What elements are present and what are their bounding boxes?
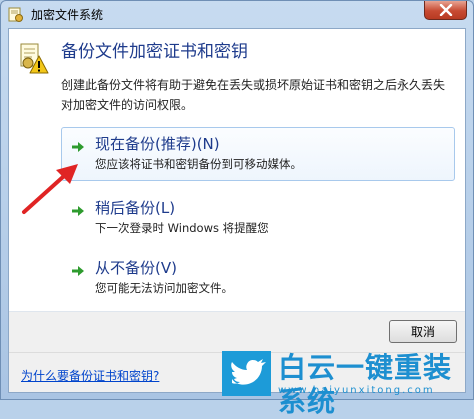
red-annotation-arrow — [22, 164, 78, 214]
cancel-button[interactable]: 取消 — [389, 320, 457, 343]
close-button[interactable] — [424, 1, 467, 20]
certificate-lock-icon — [8, 7, 24, 23]
option-title: 现在备份(推荐)(N) — [95, 135, 220, 153]
help-link[interactable]: 为什么要备份证书和密钥? — [21, 368, 159, 384]
option-backup-later[interactable]: 稍后备份(L) 下一次登录时 Windows 将提醒您 — [61, 191, 455, 245]
option-subtitle: 下一次登录时 Windows 将提醒您 — [95, 221, 269, 235]
close-x-icon — [439, 4, 453, 16]
option-subtitle: 您应该将证书和密钥备份到可移动媒体。 — [95, 157, 302, 171]
green-arrow-icon — [71, 263, 85, 277]
dialog-heading: 备份文件加密证书和密钥 — [61, 42, 248, 62]
option-backup-now[interactable]: 现在备份(推荐)(N) 您应该将证书和密钥备份到可移动媒体。 — [61, 127, 455, 181]
certificate-warning-icon — [19, 42, 49, 74]
title-bar[interactable]: 加密文件系统 — [1, 1, 473, 29]
option-subtitle: 您可能无法访问加密文件。 — [95, 281, 233, 295]
window-title: 加密文件系统 — [31, 8, 104, 22]
option-title: 从不备份(V) — [95, 259, 177, 277]
watermark-url: www.baiyunxitong.com — [278, 385, 435, 396]
option-title: 稍后备份(L) — [95, 199, 176, 217]
bird-logo-icon — [222, 351, 271, 396]
green-arrow-icon — [71, 139, 85, 153]
watermark-logo: 白云一键重装系统 www.baiyunxitong.com — [222, 351, 474, 418]
option-never-backup[interactable]: 从不备份(V) 您可能无法访问加密文件。 — [61, 251, 455, 305]
dialog-description: 创建此备份文件将有助于避免在丢失或损坏原始证书和密钥之后永久丢失对加密文件的访问… — [61, 78, 446, 112]
